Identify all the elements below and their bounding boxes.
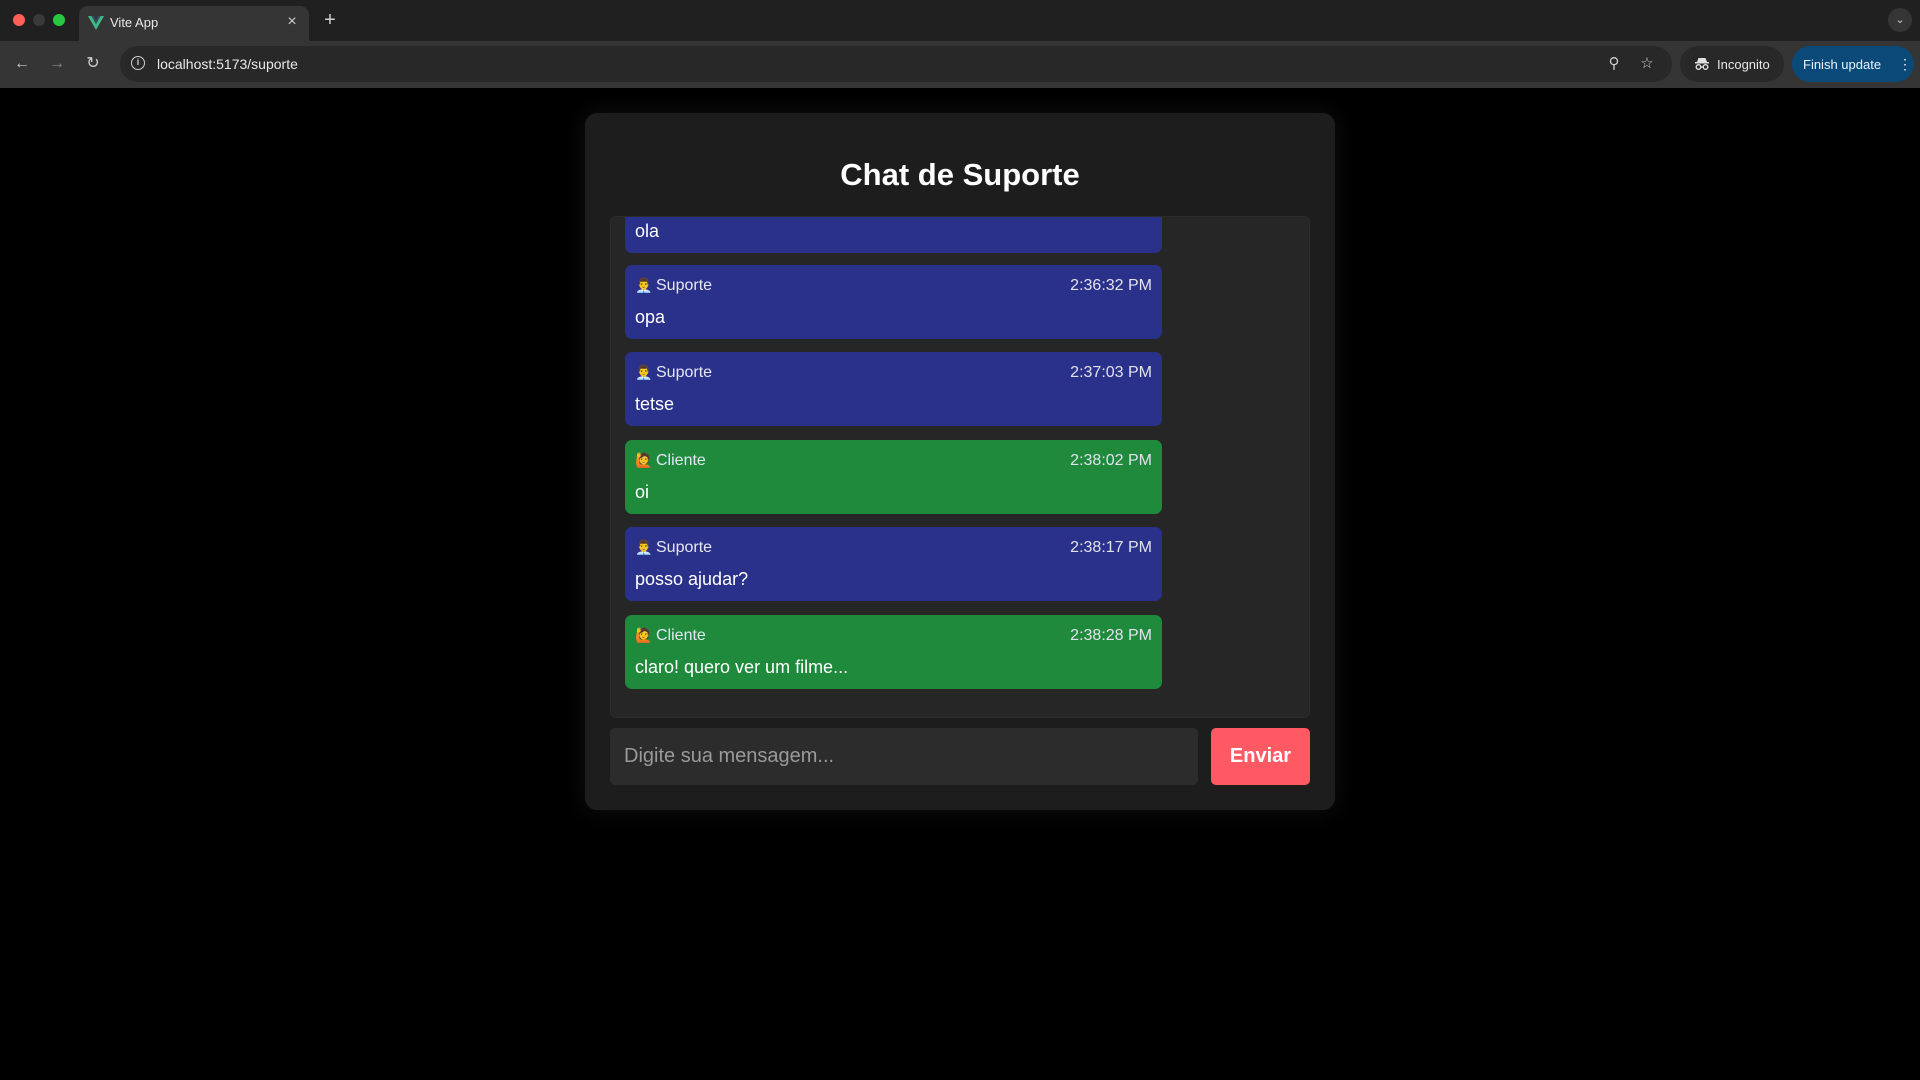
browser-toolbar: ← → ↻ i localhost:5173/suporte ⚲ ☆ Incog… [0, 41, 1920, 88]
message-author: 🙋 Cliente [635, 452, 706, 469]
incognito-label: Incognito [1717, 57, 1770, 72]
support-agent-icon: 👨‍💼 [635, 539, 653, 555]
message-text: oi [635, 482, 650, 502]
page-title: Chat de Suporte [840, 157, 1080, 192]
customer-icon: 🙋 [635, 627, 653, 643]
plus-icon[interactable]: + [320, 8, 340, 32]
message-bubble: 👨‍💼 Suporte 2:38:17 PM posso ajudar? [625, 527, 1162, 601]
zoom-icon[interactable]: ⚲ [1604, 54, 1624, 74]
close-icon[interactable]: × [283, 13, 301, 31]
message-time: 2:36:32 PM [1070, 277, 1152, 294]
message-list[interactable]: ola 👨‍💼 Suporte 2:36:32 PM opa 👨‍💼 Suporte… [610, 216, 1310, 718]
back-arrow-icon[interactable]: ← [10, 52, 34, 76]
reload-icon[interactable]: ↻ [81, 52, 105, 76]
maximize-window-button[interactable] [53, 14, 65, 26]
message-author: 👨‍💼 Suporte [635, 364, 713, 381]
composer: Enviar [610, 728, 1310, 785]
info-icon[interactable]: i [131, 56, 145, 70]
tab-title: Vite App [110, 15, 159, 30]
browser-tab-bar: Vite App × + ⌄ [0, 0, 1920, 41]
browser-tab[interactable]: Vite App × [79, 6, 309, 41]
message-text: tetse [635, 394, 675, 414]
message-author: 🙋 Cliente [635, 627, 706, 644]
message-text: claro! quero ver um filme... [635, 657, 849, 677]
finish-update-button[interactable]: Finish update ⋮ [1792, 46, 1914, 82]
star-icon[interactable]: ☆ [1637, 54, 1657, 74]
forward-arrow-icon[interactable]: → [45, 52, 69, 76]
support-agent-icon: 👨‍💼 [635, 277, 653, 293]
minimize-window-button[interactable] [33, 14, 45, 26]
message-time: 2:38:28 PM [1070, 627, 1152, 644]
message-author: 👨‍💼 Suporte [635, 539, 713, 556]
message-time: 2:38:17 PM [1070, 539, 1152, 556]
message-time: 2:38:02 PM [1070, 452, 1152, 469]
message-input[interactable] [610, 728, 1198, 785]
message-time: 2:37:03 PM [1070, 364, 1152, 381]
message-bubble: ola [625, 217, 1162, 253]
incognito-button[interactable]: Incognito [1680, 46, 1784, 82]
customer-icon: 🙋 [635, 452, 653, 468]
incognito-icon [1695, 58, 1709, 70]
more-vertical-icon[interactable]: ⋮ [1898, 55, 1912, 73]
message-text: ola [635, 221, 660, 241]
message-bubble: 👨‍💼 Suporte 2:37:03 PM tetse [625, 352, 1162, 426]
message-bubble: 👨‍💼 Suporte 2:36:32 PM opa [625, 265, 1162, 339]
finish-update-label: Finish update [1803, 57, 1882, 72]
chat-card: Chat de Suporte ola 👨‍💼 Suporte 2:36:32 P… [585, 113, 1335, 810]
message-text: opa [635, 307, 666, 327]
url-text[interactable]: localhost:5173/suporte [157, 56, 298, 72]
message-bubble: 🙋 Cliente 2:38:02 PM oi [625, 440, 1162, 514]
message-bubble: 🙋 Cliente 2:38:28 PM claro! quero ver um … [625, 615, 1162, 689]
message-text: posso ajudar? [635, 569, 749, 589]
address-bar[interactable]: i localhost:5173/suporte ⚲ ☆ [120, 46, 1672, 82]
send-button[interactable]: Enviar [1211, 728, 1310, 785]
support-agent-icon: 👨‍💼 [635, 364, 653, 380]
close-window-button[interactable] [13, 14, 25, 26]
chevron-down-icon[interactable]: ⌄ [1888, 8, 1912, 32]
vue-logo-icon [88, 16, 104, 30]
message-author: 👨‍💼 Suporte [635, 277, 713, 294]
